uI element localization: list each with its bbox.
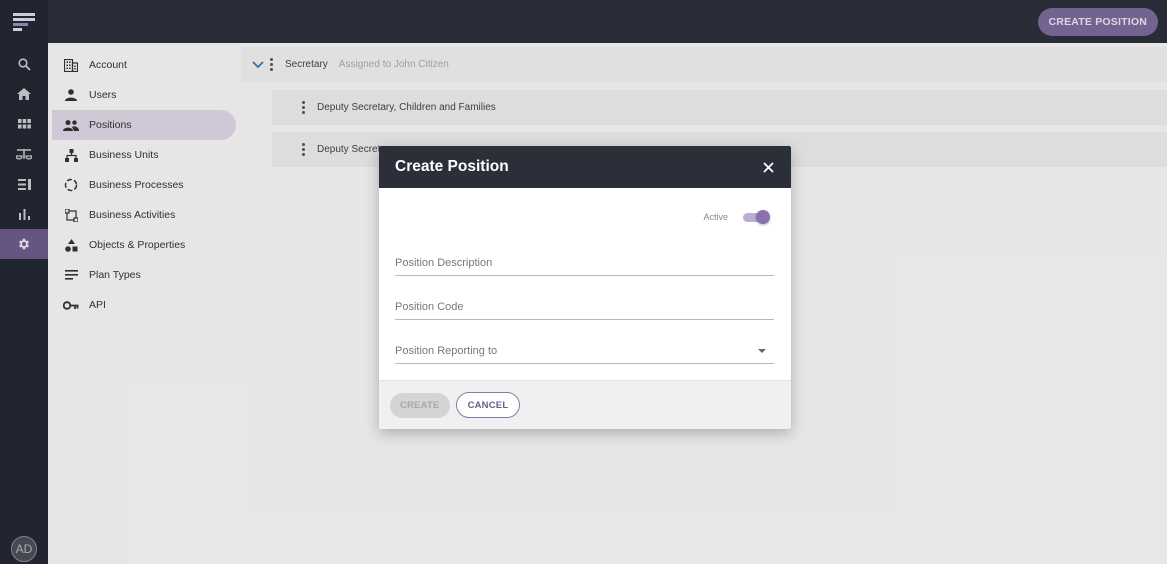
position-description-input[interactable] (395, 252, 774, 274)
position-reporting-select[interactable] (395, 340, 774, 362)
create-button[interactable]: CREATE (390, 392, 450, 418)
dialog-body: Active (379, 188, 791, 380)
position-code-field (395, 296, 774, 320)
position-reporting-field (395, 340, 774, 364)
dropdown-caret-icon[interactable] (758, 349, 766, 353)
active-toggle[interactable] (743, 210, 770, 224)
close-icon (762, 161, 774, 173)
dialog-header: Create Position (379, 146, 791, 188)
dialog-title: Create Position (395, 158, 509, 175)
dialog-footer: CREATE CANCEL (379, 380, 791, 429)
active-label: Active (703, 212, 728, 222)
position-code-input[interactable] (395, 296, 774, 318)
cancel-button[interactable]: CANCEL (455, 392, 521, 418)
close-button[interactable] (761, 160, 775, 174)
create-position-dialog: Create Position Active CREATE CANCEL (379, 146, 791, 429)
position-description-field (395, 252, 774, 276)
toggle-thumb (756, 210, 770, 224)
